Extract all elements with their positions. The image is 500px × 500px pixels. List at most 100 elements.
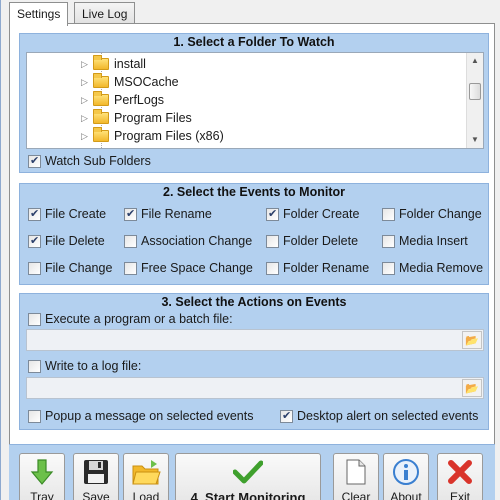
checkbox-box[interactable] xyxy=(280,409,293,423)
checkbox-label: Write to a log file: xyxy=(45,359,142,373)
close-x-icon xyxy=(447,457,473,487)
tab-live-log[interactable]: Live Log xyxy=(74,2,136,24)
event-media-remove[interactable]: Media Remove xyxy=(382,261,483,275)
expand-arrow-icon[interactable]: ▷ xyxy=(81,59,93,70)
event-folder-change[interactable]: Folder Change xyxy=(382,207,482,221)
tree-scrollbar[interactable]: ▲ ▼ xyxy=(466,53,483,148)
actions-title: 3. Select the Actions on Events xyxy=(161,295,347,309)
checkbox-label: Folder Create xyxy=(283,207,360,221)
checkbox-box[interactable] xyxy=(28,154,41,168)
scroll-down-icon[interactable]: ▼ xyxy=(467,132,483,148)
event-folder-create[interactable]: Folder Create xyxy=(266,207,359,221)
checkbox-label: Desktop alert on selected events xyxy=(297,409,479,423)
save-label: Save xyxy=(82,490,110,500)
execute-program-checkbox[interactable]: Execute a program or a batch file: xyxy=(28,312,233,326)
start-monitoring-label: 4. Start Monitoring xyxy=(190,490,306,500)
folder-icon xyxy=(93,109,109,124)
checkbox-label: Folder Delete xyxy=(283,234,359,248)
checkbox-box[interactable] xyxy=(124,261,137,275)
about-label: About xyxy=(390,490,422,500)
start-monitoring-button[interactable]: 4. Start Monitoring xyxy=(175,453,321,500)
app-window: Settings Live Log 1. Select a Folder To … xyxy=(0,0,500,500)
expand-arrow-icon[interactable]: ▷ xyxy=(81,131,93,142)
tray-button[interactable]: Tray xyxy=(19,453,65,500)
tab-settings[interactable]: Settings xyxy=(9,2,69,26)
event-file-create[interactable]: File Create xyxy=(28,207,106,221)
checkbox-box[interactable] xyxy=(28,312,41,326)
expand-arrow-icon[interactable]: ▷ xyxy=(81,113,93,124)
expand-arrow-icon[interactable]: ▷ xyxy=(81,77,93,88)
floppy-disk-icon xyxy=(82,457,110,487)
save-button[interactable]: Save xyxy=(73,453,119,500)
checkbox-box[interactable] xyxy=(382,234,395,248)
checkbox-box[interactable] xyxy=(124,234,137,248)
info-icon xyxy=(392,457,420,487)
tree-item-program-files[interactable]: ▷ Program Files xyxy=(81,109,192,127)
popup-message-checkbox[interactable]: Popup a message on selected events xyxy=(28,409,253,423)
folder-tree[interactable]: ▷ install ▷ MSOCache ▷ PerfLogs ▷ Progra… xyxy=(26,52,484,149)
exit-label: Exit xyxy=(449,490,470,500)
checkbox-box[interactable] xyxy=(28,207,41,221)
checkbox-label: File Change xyxy=(45,261,113,275)
log-path-input[interactable]: 📂 xyxy=(26,377,484,399)
checkbox-box[interactable] xyxy=(28,359,41,373)
arrow-down-icon xyxy=(30,457,54,487)
tree-item-perflogs[interactable]: ▷ PerfLogs xyxy=(81,91,164,109)
tree-item-label: PerfLogs xyxy=(114,93,165,107)
checkbox-box[interactable] xyxy=(124,207,137,221)
checkbox-box[interactable] xyxy=(28,409,41,423)
checkbox-label: Media Insert xyxy=(399,234,468,248)
write-log-checkbox[interactable]: Write to a log file: xyxy=(28,359,141,373)
checkbox-box[interactable] xyxy=(28,234,41,248)
load-button[interactable]: Load xyxy=(123,453,169,500)
browse-folder-icon[interactable]: 📂 xyxy=(462,379,482,397)
tree-item-label: install xyxy=(114,57,146,71)
scroll-thumb[interactable] xyxy=(469,83,481,100)
execute-path-input[interactable]: 📂 xyxy=(26,329,484,351)
bottom-toolbar: Tray Save Load 4. Start Monitoring Clear… xyxy=(9,444,495,500)
events-title: 2. Select the Events to Monitor xyxy=(163,185,345,199)
folder-icon xyxy=(93,91,109,106)
folder-select-title: 1. Select a Folder To Watch xyxy=(173,35,335,49)
clear-label: Clear xyxy=(341,490,371,500)
tree-item-install[interactable]: ▷ install xyxy=(81,55,146,73)
event-file-rename[interactable]: File Rename xyxy=(124,207,212,221)
watch-sub-folders-checkbox[interactable]: Watch Sub Folders xyxy=(28,154,151,168)
checkbox-label: File Create xyxy=(45,207,107,221)
checkbox-box[interactable] xyxy=(28,261,41,275)
checkbox-box[interactable] xyxy=(266,261,279,275)
actions-group: 3. Select the Actions on Events Execute … xyxy=(17,291,491,432)
checkbox-label: Folder Rename xyxy=(283,261,370,275)
folder-icon xyxy=(93,127,109,142)
clear-button[interactable]: Clear xyxy=(333,453,379,500)
event-media-insert[interactable]: Media Insert xyxy=(382,234,468,248)
checkbox-box[interactable] xyxy=(266,234,279,248)
event-association-change[interactable]: Association Change xyxy=(124,234,252,248)
event-file-delete[interactable]: File Delete xyxy=(28,234,105,248)
checkbox-label: Watch Sub Folders xyxy=(45,154,151,168)
checkbox-box[interactable] xyxy=(382,261,395,275)
checkbox-box[interactable] xyxy=(382,207,395,221)
exit-button[interactable]: Exit xyxy=(437,453,483,500)
desktop-alert-checkbox[interactable]: Desktop alert on selected events xyxy=(280,409,478,423)
checkbox-label: Popup a message on selected events xyxy=(45,409,254,423)
folder-select-group: 1. Select a Folder To Watch ▷ install ▷ … xyxy=(17,31,491,175)
event-free-space-change[interactable]: Free Space Change xyxy=(124,261,253,275)
event-file-change[interactable]: File Change xyxy=(28,261,112,275)
event-folder-rename[interactable]: Folder Rename xyxy=(266,261,369,275)
checkbox-label: Folder Change xyxy=(399,207,482,221)
about-button[interactable]: About xyxy=(383,453,429,500)
tree-item-msocache[interactable]: ▷ MSOCache xyxy=(81,73,179,91)
folder-icon xyxy=(93,73,109,88)
events-group: 2. Select the Events to Monitor File Cre… xyxy=(17,181,491,287)
expand-arrow-icon[interactable]: ▷ xyxy=(81,95,93,106)
event-folder-delete[interactable]: Folder Delete xyxy=(266,234,358,248)
scroll-up-icon[interactable]: ▲ xyxy=(467,53,483,69)
checkbox-label: Execute a program or a batch file: xyxy=(45,312,233,326)
checkbox-label: File Delete xyxy=(45,234,105,248)
browse-folder-icon[interactable]: 📂 xyxy=(462,331,482,349)
tree-item-program-files-x86[interactable]: ▷ Program Files (x86) xyxy=(81,127,224,145)
checkbox-box[interactable] xyxy=(266,207,279,221)
tree-item-label: MSOCache xyxy=(114,75,179,89)
checkbox-label: Free Space Change xyxy=(141,261,253,275)
